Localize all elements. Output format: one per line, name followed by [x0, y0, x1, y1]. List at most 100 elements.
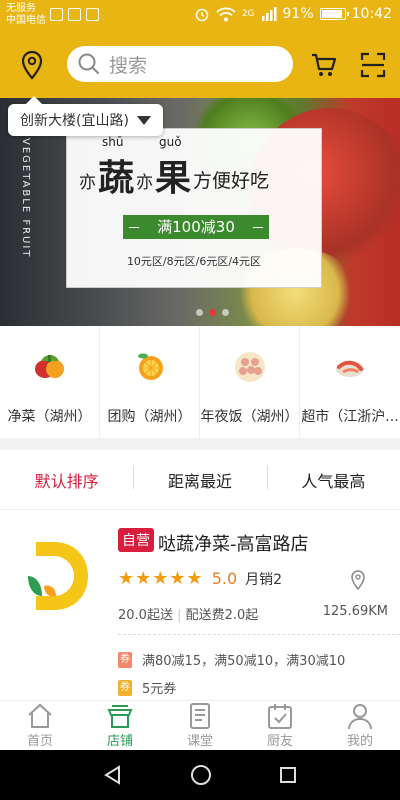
search-input[interactable]: 搜索	[67, 46, 293, 82]
headline-char: shū 蔬	[98, 135, 135, 201]
headline-char-text: 蔬	[98, 158, 135, 199]
sort-default-tab[interactable]: 默认排序	[0, 468, 133, 492]
distance: 125.69KM	[322, 604, 388, 619]
headline-part: 亦	[136, 173, 154, 193]
battery-level	[321, 10, 342, 18]
category-item[interactable]: 年夜饭（湖州）	[200, 326, 300, 438]
back-icon[interactable]	[102, 764, 124, 786]
tab-label: 首页	[26, 734, 53, 749]
document-icon	[190, 703, 210, 729]
tab-home[interactable]: 首页	[0, 701, 80, 750]
bottom-tab-bar: 首页 店铺 课堂 厨友 我的	[0, 700, 400, 750]
category-label: 净菜（湖州）	[7, 409, 92, 425]
signal-icon	[261, 7, 277, 21]
carousel-dot[interactable]	[209, 309, 216, 316]
carrier-service: 无服务	[6, 3, 36, 14]
orange-icon	[130, 346, 170, 386]
tab-label: 店铺	[106, 734, 133, 749]
clock: 10:42	[351, 6, 392, 22]
promo-reduce-row: 券 满80减15，满50减10，满30减10	[118, 650, 345, 669]
pinyin: guǒ	[159, 135, 182, 149]
banner-tiers: 10元区/8元区/6元区/4元区	[126, 255, 262, 268]
calendar-check-icon	[268, 704, 292, 729]
self-operated-badge: 自营	[118, 528, 154, 552]
search-icon	[78, 53, 100, 75]
carousel-dot[interactable]	[222, 309, 229, 316]
carousel-dot[interactable]	[196, 309, 203, 316]
category-item[interactable]: 超市（江浙沪...	[300, 326, 400, 438]
status-bar: 无服务 中国电信 2G 91% 10:42	[0, 0, 400, 32]
sort-popular-tab[interactable]: 人气最高	[266, 464, 400, 492]
banner-side-text: VEGETABLE FRUIT	[20, 138, 31, 259]
tab-label: 课堂	[186, 734, 213, 749]
network-type: 2G	[241, 9, 255, 19]
store-card[interactable]: 自营 哒蔬净菜-高富路店 ★★★★★ 5.0 月销2 20.0起送 | 配送费2…	[0, 510, 400, 700]
header: 搜索	[0, 32, 400, 98]
home-icon	[28, 703, 52, 728]
dropdown-icon	[136, 115, 151, 125]
app-notification-icon	[50, 8, 63, 21]
system-nav-bar	[0, 750, 400, 800]
delivery-info: 20.0起送 | 配送费2.0起	[118, 608, 259, 623]
carousel-dots	[196, 309, 229, 316]
tab-stores[interactable]: 店铺	[80, 701, 160, 750]
banner-card: 亦 shū 蔬 亦 guǒ 果 方便好吃 满100减30 10元区/8元区/6元区/…	[66, 128, 322, 288]
carrier-info: 无服务 中国电信	[6, 3, 46, 27]
dumplings-icon	[230, 346, 270, 386]
category-item[interactable]: 净菜（湖州）	[0, 326, 100, 438]
tab-mine[interactable]: 我的	[320, 701, 400, 750]
tab-label: 我的	[346, 734, 373, 749]
rating-row: ★★★★★ 5.0 月销2	[118, 568, 282, 589]
location-selector[interactable]: 创新大楼(宜山路)	[8, 96, 163, 136]
location-pin-icon	[351, 570, 365, 590]
vegetables-icon	[30, 346, 70, 386]
location-pin-icon[interactable]	[18, 50, 46, 80]
category-label: 年夜饭（湖州）	[200, 409, 299, 425]
sort-nearest-tab[interactable]: 距离最近	[133, 464, 266, 492]
wifi-icon	[216, 7, 236, 22]
notification-icons	[50, 8, 99, 21]
category-item[interactable]: 团购（湖州）	[100, 326, 200, 438]
category-label: 超市（江浙沪...	[301, 409, 399, 425]
promo-reduce-text: 满80减15，满50减10，满30减10	[142, 654, 346, 669]
cart-icon[interactable]	[310, 51, 338, 79]
alarm-icon	[195, 8, 209, 22]
tab-classroom[interactable]: 课堂	[160, 701, 240, 750]
banner-promo: 满100减30	[123, 215, 269, 239]
user-icon	[348, 704, 372, 730]
headline-char: guǒ 果	[155, 135, 192, 201]
home-circle-icon[interactable]	[189, 763, 213, 787]
seafood-icon	[330, 346, 370, 386]
category-grid: 净菜（湖州） 团购（湖州） 年夜饭（湖州） 超市（江浙沪...	[0, 326, 400, 438]
image-notification-icon	[86, 8, 99, 21]
coupon-tag-icon: 券	[118, 679, 132, 696]
category-label: 团购（湖州）	[107, 409, 192, 425]
battery-percent: 91%	[282, 6, 314, 22]
min-order: 20.0起送	[118, 608, 173, 623]
scan-icon[interactable]	[360, 51, 386, 79]
status-right: 2G 91% 10:42	[194, 6, 392, 22]
headline-part: 亦	[79, 173, 96, 193]
recents-icon[interactable]	[278, 765, 298, 785]
pinyin: shū	[102, 135, 124, 149]
app-notification-icon	[68, 8, 81, 21]
search-placeholder: 搜索	[109, 54, 148, 77]
tab-chef[interactable]: 厨友	[240, 701, 320, 750]
rating-score: 5.0	[211, 569, 238, 588]
carrier-name: 中国电信	[6, 15, 46, 26]
store-icon	[107, 705, 133, 728]
store-name: 哒蔬净菜-高富路店	[158, 534, 309, 555]
store-logo	[28, 542, 88, 610]
sort-bar: 默认排序 距离最近 人气最高	[0, 450, 400, 510]
star-rating-icon: ★★★★★	[118, 568, 204, 589]
headline-char-text: 果	[155, 158, 192, 199]
location-label: 创新大楼(宜山路)	[20, 113, 129, 129]
battery-icon	[319, 8, 349, 20]
monthly-sales: 月销2	[245, 571, 283, 588]
tab-label: 厨友	[266, 734, 293, 749]
banner-headline: 亦 shū 蔬 亦 guǒ 果 方便好吃	[79, 135, 270, 201]
promo-coupon-row: 券 5元券	[118, 678, 176, 697]
headline-part: 方便好吃	[193, 170, 270, 192]
promo-coupon-text: 5元券	[142, 682, 177, 697]
promo-tag-icon: 券	[118, 651, 132, 668]
